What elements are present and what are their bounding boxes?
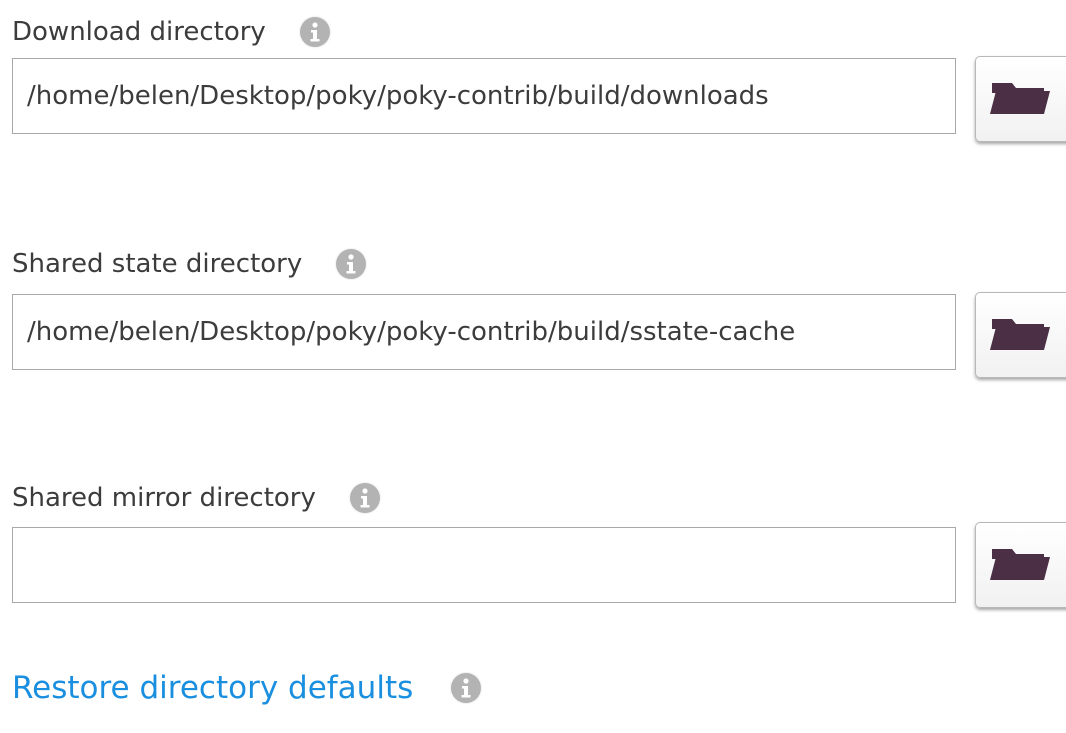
download-directory-info-icon[interactable] (299, 17, 330, 47)
mirror-directory-label-row: Shared mirror directory (12, 478, 380, 518)
folder-open-icon (990, 79, 1050, 119)
folder-open-icon (990, 315, 1050, 355)
sstate-directory-browse-button[interactable] (975, 292, 1066, 378)
restore-defaults-row: Restore directory defaults (12, 666, 482, 710)
restore-defaults-info-icon[interactable] (451, 673, 482, 703)
sstate-directory-input[interactable] (12, 294, 956, 370)
mirror-directory-label: Shared mirror directory (12, 483, 316, 513)
restore-directory-defaults-link[interactable]: Restore directory defaults (12, 670, 413, 706)
download-directory-browse-button[interactable] (975, 56, 1066, 142)
mirror-directory-info-icon[interactable] (349, 483, 380, 513)
download-directory-label-row: Download directory (12, 12, 330, 52)
download-directory-label: Download directory (12, 17, 266, 47)
download-directory-input[interactable] (12, 58, 956, 134)
sstate-directory-label-row: Shared state directory (12, 244, 367, 284)
folder-open-icon (990, 545, 1050, 585)
mirror-directory-input[interactable] (12, 527, 956, 603)
mirror-directory-browse-button[interactable] (975, 522, 1066, 608)
sstate-directory-info-icon[interactable] (336, 249, 367, 279)
sstate-directory-label: Shared state directory (12, 249, 303, 279)
